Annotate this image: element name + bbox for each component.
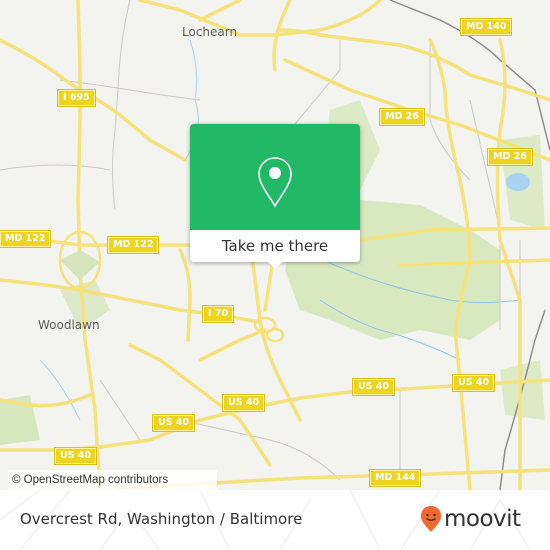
place-label-lochearn: Lochearn: [182, 25, 238, 39]
location-title: Overcrest Rd, Washington / Baltimore: [20, 510, 303, 528]
road-shield: US 40: [53, 447, 98, 465]
road-shield: MD 26: [379, 108, 425, 126]
road-shield: MD 122: [0, 230, 52, 248]
road-shield: US 40: [451, 374, 496, 392]
stream: [39, 359, 81, 421]
popup-pointer: [267, 261, 283, 269]
map-attribution[interactable]: © OpenStreetMap contributors: [8, 470, 217, 490]
footer-bar: Overcrest Rd, Washington / Baltimore moo…: [0, 490, 550, 550]
road-shield: MD 140: [459, 18, 513, 36]
location-popup: Take me there: [190, 124, 360, 269]
road-shield: US 40: [151, 414, 196, 432]
popup-header: [190, 124, 360, 230]
road-shield: I 70: [201, 305, 235, 323]
take-me-there-button[interactable]: Take me there: [190, 230, 360, 262]
brand-name: moovit: [444, 506, 521, 532]
road-shield: MD 26: [487, 148, 533, 166]
lake: [506, 173, 530, 191]
road-shield: I 695: [57, 89, 96, 107]
park-area: [60, 250, 100, 280]
road-shield: US 40: [221, 394, 266, 412]
moovit-logo[interactable]: moovit: [420, 504, 521, 534]
moovit-pin-icon: [421, 506, 441, 532]
road-shield: MD 122: [106, 236, 160, 254]
road-shield: US 40: [351, 378, 396, 396]
place-label-woodlawn: Woodlawn: [38, 318, 100, 332]
road-shield: MD 144: [368, 469, 422, 487]
map-pin-icon: [258, 157, 292, 208]
